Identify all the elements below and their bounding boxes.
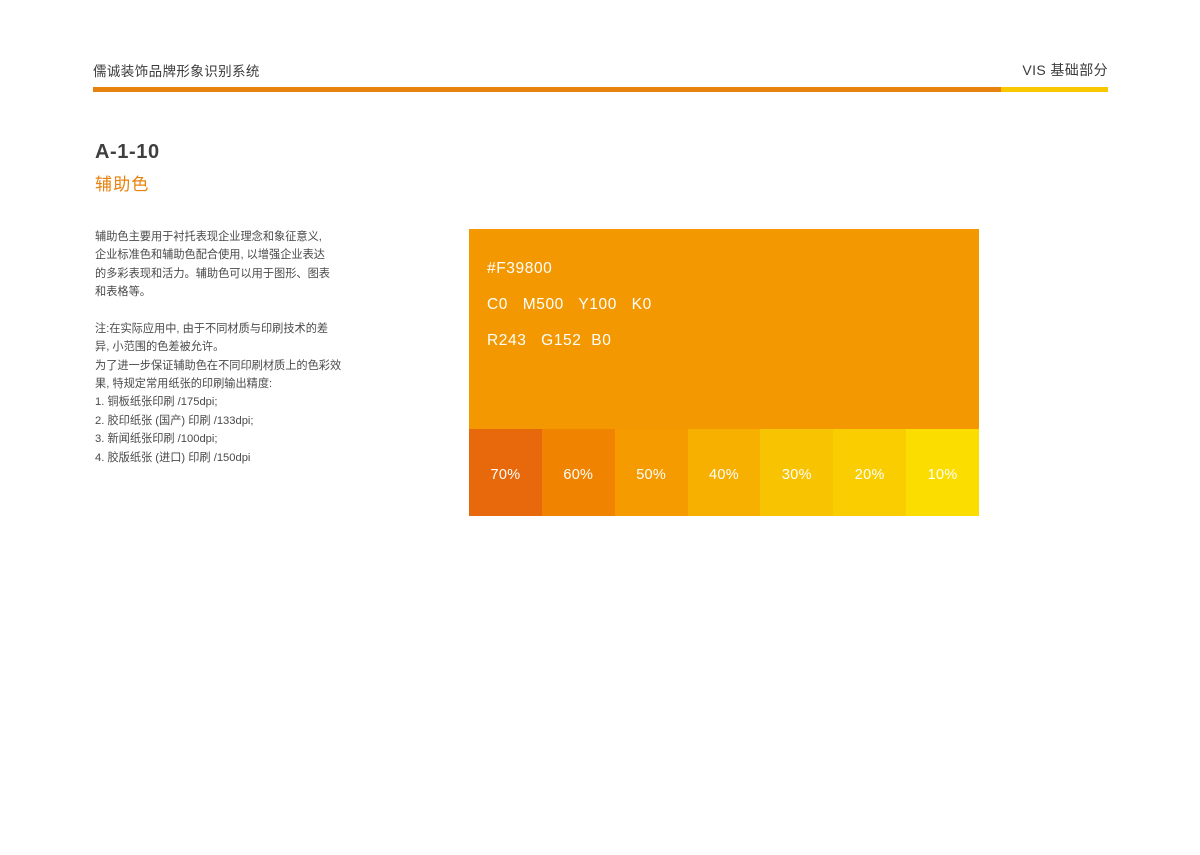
tint-label: 10% — [927, 467, 958, 483]
note-line-1: 注:在实际应用中, 由于不同材质与印刷技术的差 — [95, 323, 329, 335]
tint-swatch: 70% — [469, 429, 542, 516]
note-paragraph: 注:在实际应用中, 由于不同材质与印刷技术的差 异, 小范围的色差被允许。 为了… — [95, 320, 360, 394]
print-spec-list: 1. 铜板纸张印刷 /175dpi; 2. 胶印纸张 (国产) 印刷 /133d… — [95, 393, 360, 467]
header-divider-rule — [93, 87, 1108, 92]
note-line-4: 果, 特规定常用纸张的印刷输出精度: — [95, 378, 273, 391]
primary-color-swatch: #F39800 C0 M500 Y100 K0 R243 G152 B0 — [469, 229, 979, 429]
page-title-group: A-1-10 辅助色 — [95, 140, 395, 196]
intro-line-4: 和表格等。 — [95, 286, 151, 299]
note-line-2: 异, 小范围的色差被允许。 — [95, 341, 225, 354]
intro-line-2: 企业标准色和辅助色配合使用, 以增强企业表达 — [95, 249, 325, 262]
list-item: 2. 胶印纸张 (国产) 印刷 /133dpi; — [95, 414, 254, 427]
tint-label: 70% — [490, 467, 521, 483]
tint-swatch: 30% — [760, 429, 834, 516]
header-rule-orange-segment — [93, 87, 1001, 92]
tint-label: 20% — [854, 467, 885, 483]
tint-label: 60% — [563, 467, 594, 483]
intro-paragraph: 辅助色主要用于衬托表现企业理念和象征意义, 企业标准色和辅助色配合使用, 以增强… — [95, 228, 360, 302]
page-title: 辅助色 — [95, 175, 150, 194]
page-code: A-1-10 — [95, 141, 160, 163]
tint-scale-strip: 70% 60% 50% 40% 30% 20% 10% — [469, 429, 980, 516]
tint-swatch: 20% — [833, 429, 907, 516]
intro-line-3: 的多彩表现和活力。辅助色可以用于图形、图表 — [95, 267, 330, 280]
header-title-left: 儒诚装饰品牌形象识别系统 — [93, 64, 260, 79]
tint-swatch: 50% — [614, 429, 688, 516]
tint-label: 50% — [636, 467, 667, 483]
page-header: 儒诚装饰品牌形象识别系统 VIS 基础部分 — [93, 60, 1108, 96]
list-item: 4. 胶版纸张 (进口) 印刷 /150dpi — [95, 451, 251, 464]
list-item: 3. 新闻纸张印刷 /100dpi; — [95, 433, 218, 446]
tint-label: 40% — [709, 467, 739, 483]
rgb-value: R243 G152 B0 — [487, 332, 612, 349]
tint-swatch: 60% — [541, 429, 615, 516]
hex-value: #F39800 — [487, 260, 553, 277]
tint-label: 30% — [781, 467, 812, 483]
header-title-right: VIS 基础部分 — [1022, 62, 1108, 78]
header-rule-yellow-segment — [1001, 87, 1108, 92]
cmyk-value: C0 M500 Y100 K0 — [487, 296, 652, 313]
tint-swatch: 40% — [687, 429, 761, 516]
note-line-3: 为了进一步保证辅助色在不同印刷材质上的色彩效 — [95, 359, 342, 372]
list-item: 1. 铜板纸张印刷 /175dpi; — [95, 396, 218, 408]
color-specimen-panel: #F39800 C0 M500 Y100 K0 R243 G152 B0 70%… — [469, 229, 980, 516]
tint-swatch: 10% — [906, 429, 980, 516]
intro-line-1: 辅助色主要用于衬托表现企业理念和象征意义, — [95, 231, 322, 243]
